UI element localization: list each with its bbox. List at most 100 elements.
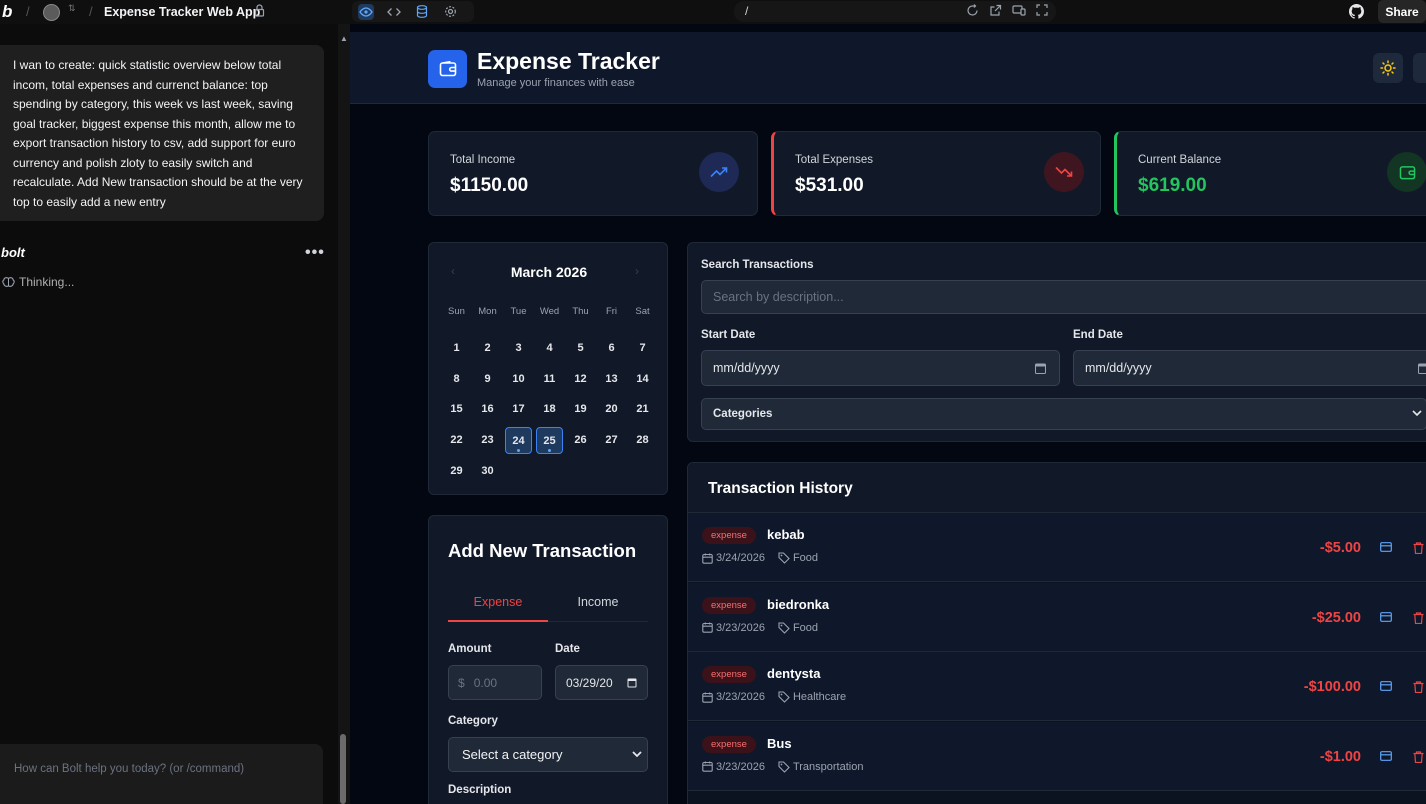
weekday-label: Fri: [605, 306, 618, 317]
share-button[interactable]: Share: [1378, 0, 1426, 23]
calendar-day[interactable]: 7: [627, 333, 658, 364]
transaction-amount: -$25.00: [1311, 609, 1361, 626]
edit-icon[interactable]: [1380, 611, 1392, 622]
tab-income[interactable]: Income: [548, 595, 648, 609]
calendar-day[interactable]: 5: [565, 333, 596, 364]
code-icon[interactable]: [386, 4, 402, 20]
scrollbar-thumb[interactable]: [340, 734, 346, 804]
table-row[interactable]: expense kebab 3/24/2026 Food -$5.00: [688, 513, 1426, 582]
calendar-day[interactable]: 12: [565, 364, 596, 395]
start-date-input[interactable]: mm/dd/yyyy: [701, 350, 1060, 386]
end-date-input[interactable]: mm/dd/yyyy: [1073, 350, 1426, 386]
table-row[interactable]: expense biedronka 3/23/2026 Food -$25.00: [688, 582, 1426, 652]
external-link-icon[interactable]: [989, 4, 1002, 17]
category-label: Category: [448, 715, 498, 727]
settings-gear-icon[interactable]: [442, 4, 458, 20]
calendar-day[interactable]: 27: [596, 425, 627, 456]
categories-label: Categories: [713, 408, 773, 420]
edit-icon[interactable]: [1380, 542, 1392, 552]
chat-scrollbar[interactable]: [338, 24, 350, 804]
more-options-icon[interactable]: •••: [305, 244, 325, 262]
calendar-day[interactable]: 22: [441, 425, 472, 456]
calendar-day[interactable]: 6: [596, 333, 627, 364]
calendar-day[interactable]: 23: [472, 425, 503, 456]
chevron-updown-icon[interactable]: ⇅: [68, 3, 76, 14]
app-preview: Expense Tracker Manage your finances wit…: [350, 24, 1426, 804]
calendar-day[interactable]: 21: [627, 394, 658, 425]
categories-dropdown[interactable]: Categories: [701, 398, 1426, 430]
chevron-right-icon[interactable]: ›: [635, 264, 639, 278]
github-icon[interactable]: [1349, 4, 1364, 19]
fullscreen-icon[interactable]: [1036, 4, 1048, 17]
avatar[interactable]: [43, 4, 60, 21]
calendar-day[interactable]: 17: [503, 394, 534, 425]
edit-icon[interactable]: [1380, 681, 1392, 691]
weekday-label: Sat: [635, 306, 650, 317]
calendar-day[interactable]: 25: [536, 427, 563, 455]
scroll-up-icon[interactable]: ▲: [340, 34, 348, 43]
thinking-text: Thinking...: [19, 275, 75, 289]
date-input[interactable]: 03/29/20: [555, 665, 648, 700]
currency-symbol: $: [458, 675, 465, 690]
table-row[interactable]: expense dentysta 3/23/2026 Healthcare -$100.…: [688, 652, 1426, 721]
thinking-status: Thinking...: [2, 275, 74, 289]
category-select[interactable]: Select a category: [448, 737, 648, 772]
database-icon[interactable]: [414, 4, 430, 20]
calendar-day[interactable]: 9: [472, 364, 503, 395]
calendar-day[interactable]: 4: [534, 333, 565, 364]
tab-expense[interactable]: Expense: [448, 595, 548, 622]
calendar-day[interactable]: 8: [441, 364, 472, 395]
bolt-logo[interactable]: b: [2, 2, 12, 22]
transaction-description: Bus: [767, 735, 792, 751]
reload-icon[interactable]: [966, 4, 979, 17]
calendar-day[interactable]: 10: [503, 364, 534, 395]
transaction-history: Transaction History expense kebab 3/24/202…: [687, 462, 1426, 804]
edit-icon[interactable]: [1380, 750, 1392, 761]
transaction-category: Transportation: [792, 760, 864, 773]
calendar-icon[interactable]: [627, 677, 637, 688]
search-input[interactable]: Search by description...: [701, 280, 1426, 314]
calendar-day[interactable]: 18: [534, 394, 565, 425]
devices-icon[interactable]: [1012, 4, 1026, 17]
calendar-day[interactable]: 13: [596, 364, 627, 395]
calendar-grid: Sun Mon Tue Wed Thu Fri Sat 1 2 3 4 5 6 7 8 9 10 11 12 13 14…: [441, 300, 659, 486]
calendar-day[interactable]: 14: [627, 364, 658, 395]
calendar-icon[interactable]: [1418, 363, 1426, 374]
preview-url-bar[interactable]: /: [734, 1, 1056, 22]
preview-eye-icon[interactable]: [358, 3, 374, 20]
calendar-day[interactable]: 29: [441, 456, 472, 487]
calendar-day[interactable]: 19: [565, 394, 596, 425]
calendar-day[interactable]: 1: [441, 333, 472, 364]
weekday-label: Thu: [572, 306, 589, 317]
project-title[interactable]: Expense Tracker Web App: [104, 5, 260, 19]
calendar-day[interactable]: 26: [565, 425, 596, 456]
trash-icon[interactable]: [1413, 611, 1424, 624]
calendar-day[interactable]: 2: [472, 333, 503, 364]
transaction-category: Food: [792, 621, 819, 634]
calendar-day[interactable]: 15: [441, 394, 472, 425]
calendar-icon[interactable]: [1035, 363, 1046, 374]
amount-input[interactable]: $ 0.00: [448, 665, 542, 700]
calendar-day[interactable]: 3: [503, 333, 534, 364]
stat-card-income: Total Income $1150.00: [428, 131, 758, 216]
amount-label: Amount: [448, 643, 492, 655]
transaction-description: kebab: [767, 527, 805, 542]
weekday-label: Wed: [539, 306, 560, 317]
calendar-day[interactable]: 11: [534, 364, 565, 395]
stat-card-balance: Current Balance $619.00: [1114, 131, 1426, 216]
theme-toggle-button[interactable]: [1373, 53, 1403, 83]
settings-button[interactable]: [1413, 53, 1426, 83]
calendar-icon: [702, 692, 713, 703]
calendar-day[interactable]: 28: [627, 425, 658, 456]
chat-input[interactable]: How can Bolt help you today? (or /comman…: [0, 744, 323, 804]
transaction-meta: 3/23/2026 Healthcare: [702, 691, 846, 703]
table-row[interactable]: expense Bus 3/23/2026 Transportation -$1.00: [688, 721, 1426, 791]
calendar-day[interactable]: 20: [596, 394, 627, 425]
calendar-day[interactable]: 30: [472, 456, 503, 487]
trash-icon[interactable]: [1413, 750, 1424, 763]
trash-icon[interactable]: [1413, 681, 1424, 693]
trash-icon[interactable]: [1413, 542, 1424, 554]
history-header: Transaction History: [688, 463, 1426, 513]
calendar-day[interactable]: 16: [472, 394, 503, 425]
calendar-day[interactable]: 24: [505, 427, 532, 455]
